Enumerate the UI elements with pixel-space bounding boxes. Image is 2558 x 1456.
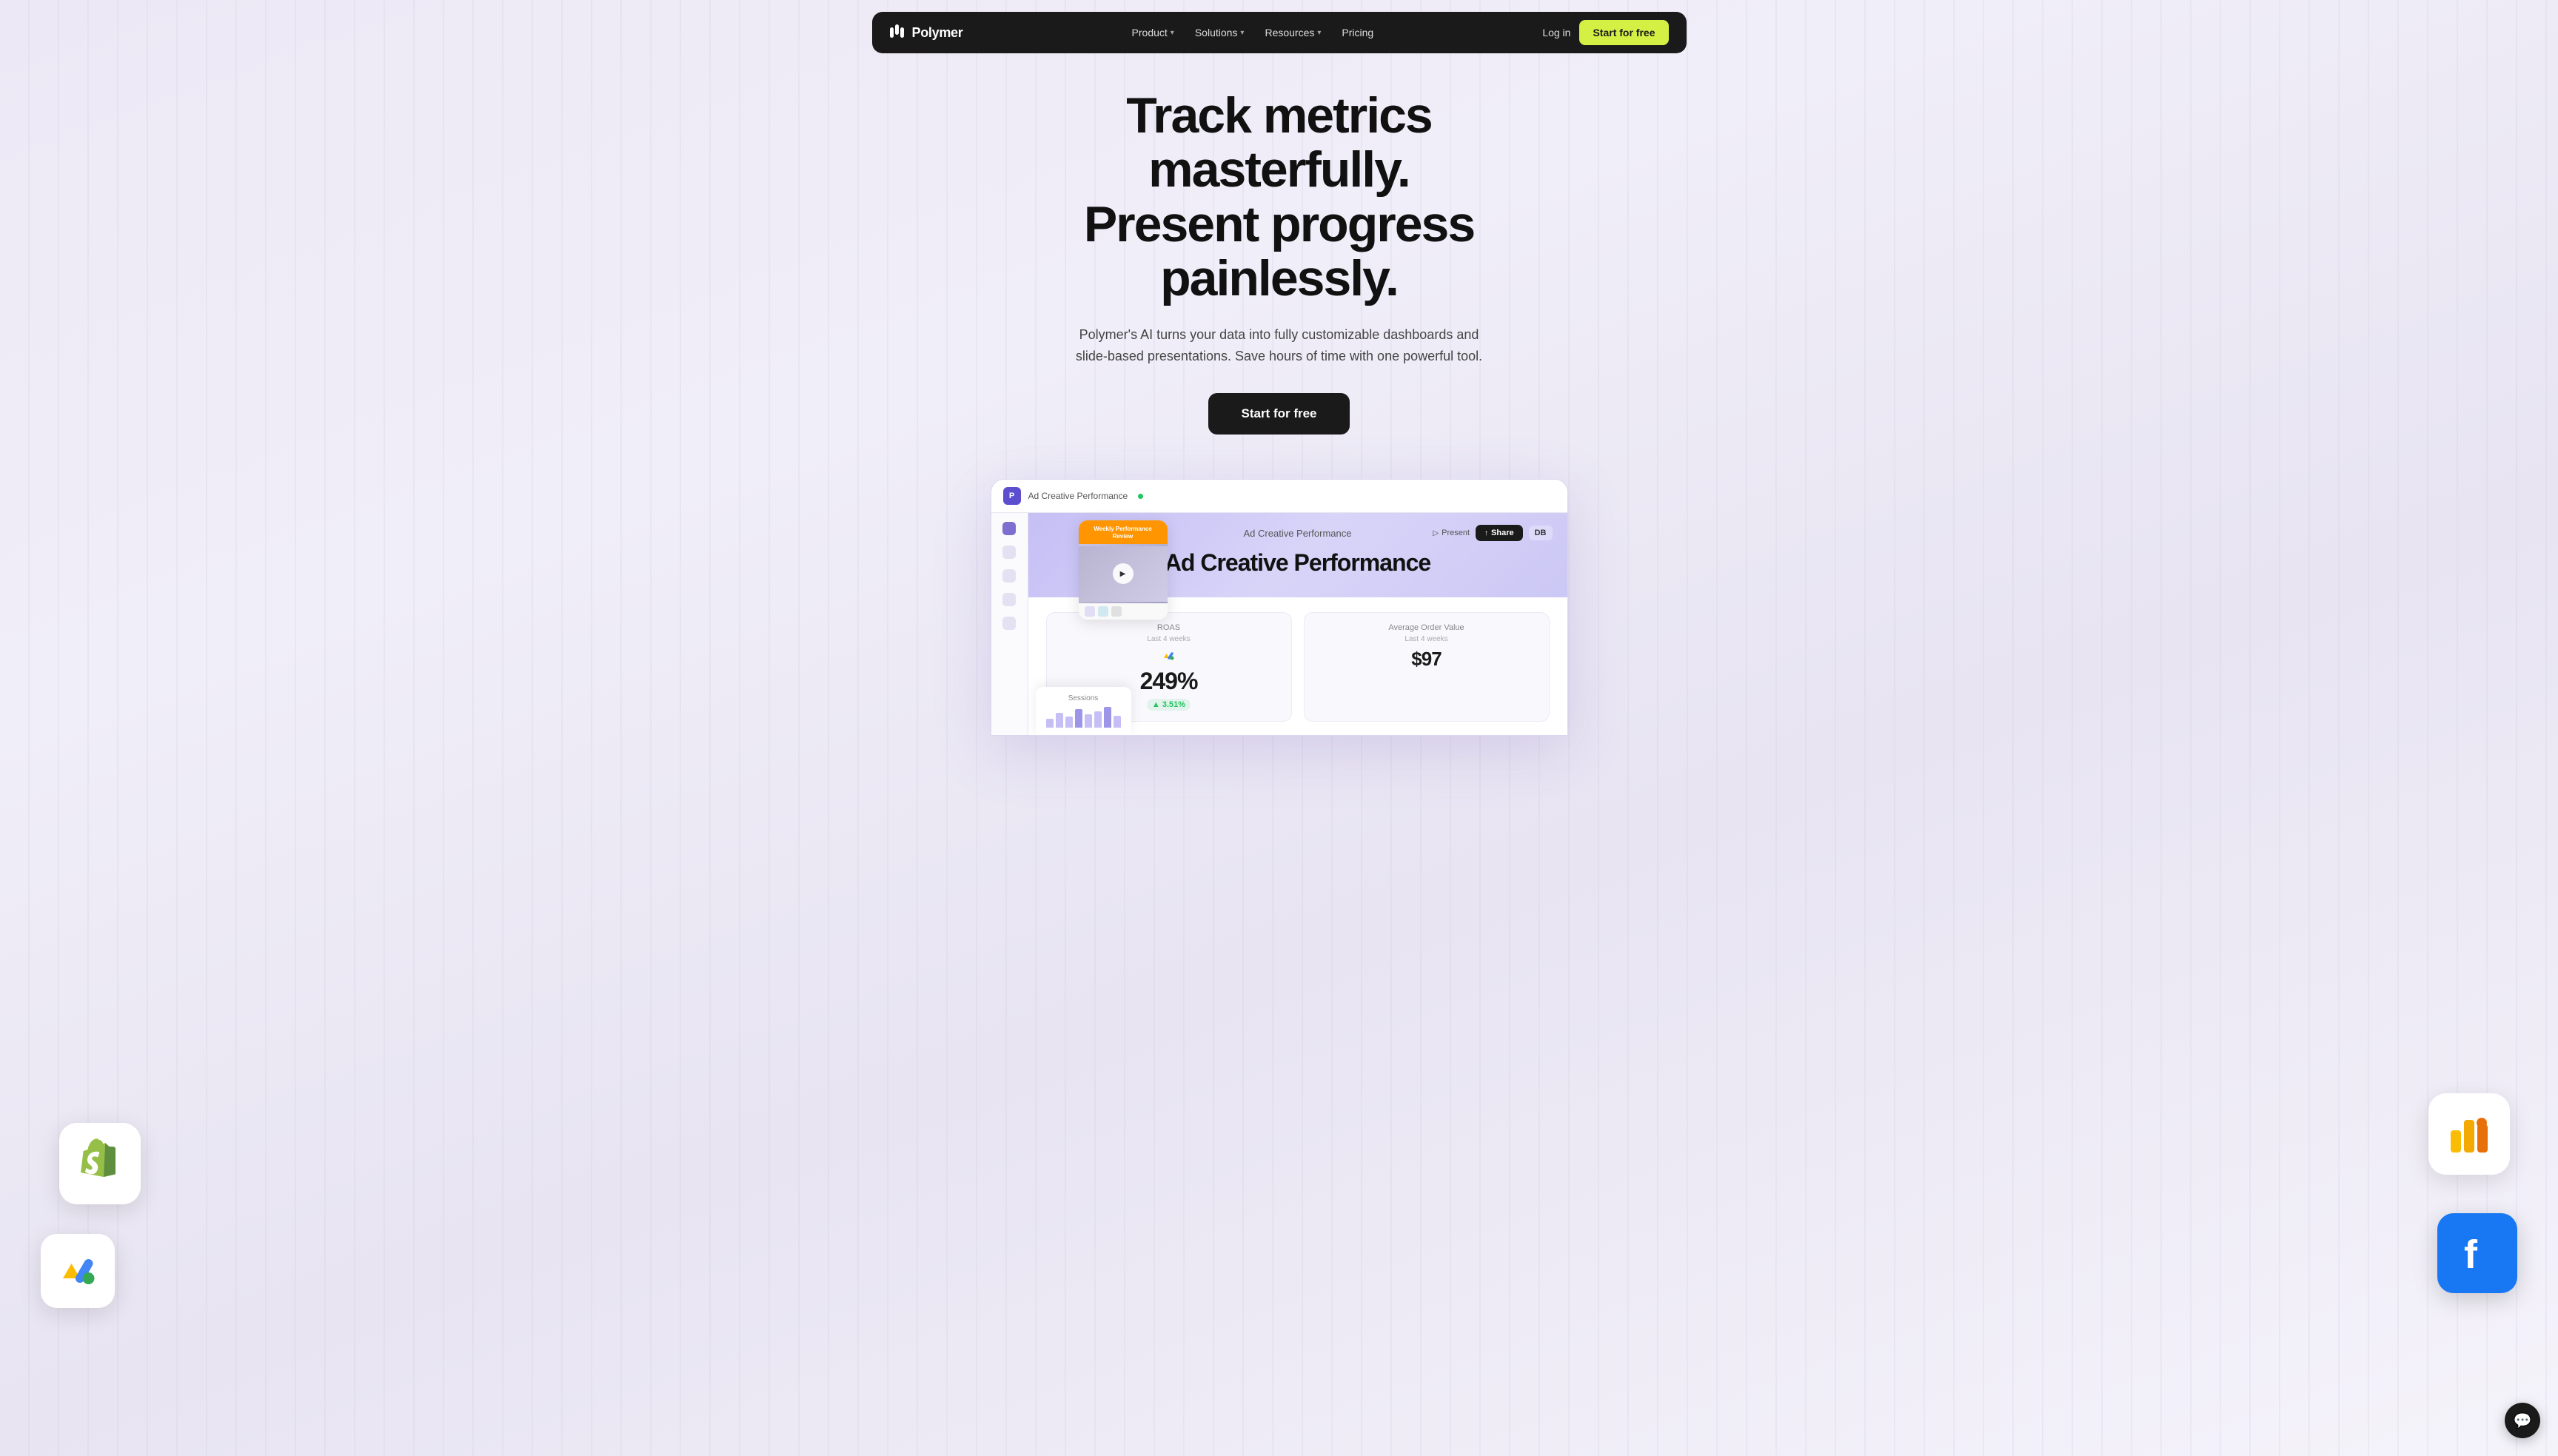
navigation: Polymer Product ▾ Solutions ▾ Resources …: [872, 12, 1687, 53]
live-indicator: [1138, 494, 1143, 499]
sessions-label: Sessions: [1046, 694, 1121, 702]
metric-roas-label: ROAS: [1059, 623, 1279, 632]
logo-link[interactable]: Polymer: [890, 24, 963, 41]
present-button[interactable]: ▷ Present: [1433, 529, 1470, 537]
play-button[interactable]: ▶: [1113, 563, 1134, 584]
chevron-down-icon: ▾: [1317, 29, 1321, 37]
nav-links: Product ▾ Solutions ▾ Resources ▾ Pricin…: [1123, 22, 1383, 43]
dashboard-inner: Ad Creative Performance ▷ Present ↑ Shar…: [991, 513, 1567, 735]
chevron-down-icon: ▾: [1240, 29, 1244, 37]
metric-aov-value: $97: [1316, 649, 1537, 668]
dashboard-topbar: P Ad Creative Performance: [991, 480, 1567, 513]
hero-content: Track metrics masterfully. Present progr…: [973, 0, 1586, 736]
dashboard-actions: ▷ Present ↑ Share DB: [1433, 525, 1552, 541]
db-badge: DB: [1529, 526, 1553, 540]
dashboard-logo-icon: P: [1003, 487, 1021, 505]
chevron-down-icon: ▾: [1171, 29, 1174, 37]
dashboard-header-band: Ad Creative Performance ▷ Present ↑ Shar…: [1028, 513, 1567, 597]
metric-roas-change: ▲ 3.51%: [1147, 699, 1191, 711]
logo-text: Polymer: [912, 25, 963, 41]
share-button[interactable]: ↑ Share: [1476, 525, 1523, 541]
video-header: Weekly Performance Review: [1079, 520, 1168, 544]
video-comment-bar: [1079, 603, 1168, 620]
dashboard-frame: P Ad Creative Performance: [991, 479, 1568, 736]
dashboard-sidebar: [991, 513, 1028, 735]
sessions-bars: [1046, 705, 1121, 728]
comment-icon: [1085, 606, 1095, 617]
metric-aov-sub: Last 4 weeks: [1316, 635, 1537, 643]
expand-icon: [1111, 606, 1122, 617]
nav-item-product[interactable]: Product ▾: [1123, 22, 1183, 43]
looker-icon: [2428, 1093, 2510, 1175]
facebook-icon: f: [2437, 1213, 2517, 1293]
metric-roas-sub: Last 4 weeks: [1059, 635, 1279, 643]
sessions-widget: Sessions: [1036, 687, 1131, 735]
login-link[interactable]: Log in: [1542, 27, 1570, 38]
hero-title: Track metrics masterfully. Present progr…: [991, 89, 1568, 306]
nav-item-pricing[interactable]: Pricing: [1333, 22, 1382, 43]
polymer-logo-svg: [890, 24, 906, 41]
nav-start-free-button[interactable]: Start for free: [1579, 20, 1668, 45]
google-ads-icon: [41, 1234, 115, 1308]
nav-item-resources[interactable]: Resources ▾: [1256, 22, 1330, 43]
shopify-icon: [59, 1123, 141, 1204]
video-widget: Weekly Performance Review ▶: [1079, 520, 1168, 620]
nav-actions: Log in Start for free: [1542, 20, 1668, 45]
video-thumbnail: ▶: [1079, 544, 1168, 603]
google-ads-mini-icon: [1162, 649, 1176, 662]
hero-subtitle: Polymer's AI turns your data into fully …: [1065, 324, 1494, 367]
chat-icon: 💬: [2514, 1412, 2532, 1430]
logo-icon: [890, 24, 906, 41]
nav-item-solutions[interactable]: Solutions ▾: [1186, 22, 1253, 43]
dashboard-content: Ad Creative Performance ▷ Present ↑ Shar…: [1028, 513, 1567, 735]
metric-card-aov: Average Order Value Last 4 weeks $97: [1304, 612, 1550, 722]
dashboard-topbar-title: Ad Creative Performance: [1028, 491, 1128, 501]
dashboard-preview: P Ad Creative Performance: [991, 479, 1568, 736]
svg-text:f: f: [2464, 1232, 2478, 1277]
hero-section: f Track metrics masterfully. Present pro…: [0, 0, 2558, 1456]
metric-aov-label: Average Order Value: [1316, 623, 1537, 632]
link-icon: [1098, 606, 1108, 617]
chat-button[interactable]: 💬: [2505, 1403, 2540, 1438]
hero-start-free-button[interactable]: Start for free: [1208, 393, 1349, 435]
